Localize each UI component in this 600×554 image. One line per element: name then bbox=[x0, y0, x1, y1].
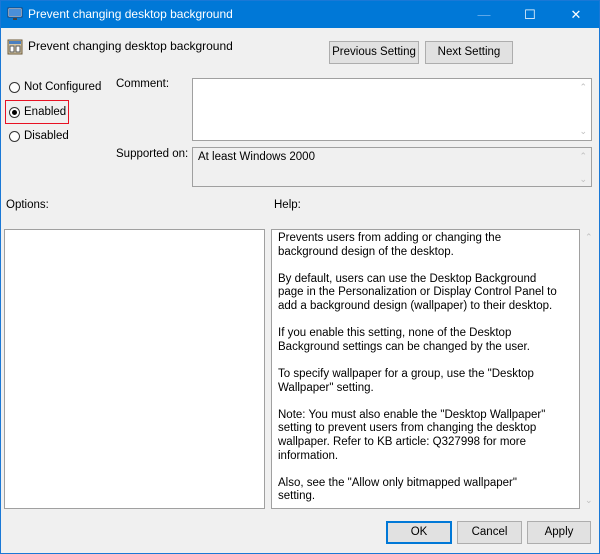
next-setting-button[interactable]: Next Setting bbox=[425, 41, 513, 64]
app-icon bbox=[7, 7, 23, 20]
help-paragraph: Also, see the "Allow only bitmapped wall… bbox=[278, 476, 517, 503]
supported-on-value: At least Windows 2000 bbox=[198, 151, 315, 163]
help-paragraph: To specify wallpaper for a group, use th… bbox=[278, 367, 534, 394]
radio-circle[interactable] bbox=[9, 130, 20, 142]
scroll-down-icon[interactable]: ⌄ bbox=[579, 126, 587, 137]
help-text: Prevents users from adding or changing t… bbox=[278, 232, 557, 517]
close-button[interactable]: ✕ bbox=[553, 1, 599, 28]
ok-button[interactable]: OK bbox=[386, 521, 452, 544]
help-paragraph: By default, users can use the Desktop Ba… bbox=[278, 272, 557, 312]
policy-name: Prevent changing desktop background bbox=[28, 39, 233, 53]
apply-button[interactable]: Apply bbox=[527, 521, 591, 544]
scroll-up-icon[interactable]: ⌃ bbox=[579, 151, 587, 162]
radio-circle-checked[interactable] bbox=[9, 106, 20, 118]
window-title: Prevent changing desktop background bbox=[28, 7, 233, 21]
scroll-down-icon[interactable]: ⌄ bbox=[579, 174, 587, 185]
radio-label: Not Configured bbox=[24, 81, 102, 93]
radio-enabled[interactable]: Enabled bbox=[9, 103, 66, 121]
minimize-icon: — bbox=[477, 7, 491, 22]
radio-not-configured[interactable]: Not Configured bbox=[9, 78, 101, 96]
scroll-up-icon[interactable]: ⌃ bbox=[585, 232, 593, 243]
scroll-down-icon[interactable]: ⌄ bbox=[585, 495, 593, 506]
supported-on-label: Supported on: bbox=[116, 148, 189, 160]
help-scrollbar[interactable]: ⌃ ⌄ bbox=[582, 229, 597, 509]
radio-disabled[interactable]: Disabled bbox=[9, 127, 69, 145]
maximize-icon: ☐ bbox=[524, 7, 536, 22]
help-paragraph: If you enable this setting, none of the … bbox=[278, 327, 530, 353]
comment-textarea[interactable]: ⌃ ⌄ bbox=[192, 78, 592, 141]
help-label: Help: bbox=[274, 199, 301, 211]
close-icon: ✕ bbox=[570, 7, 582, 22]
cancel-button[interactable]: Cancel bbox=[457, 521, 522, 544]
minimize-button[interactable]: — bbox=[461, 1, 507, 28]
policy-dialog: Prevent changing desktop background — ☐ … bbox=[0, 0, 600, 554]
title-bar[interactable]: Prevent changing desktop background — ☐ … bbox=[1, 1, 599, 28]
radio-label: Disabled bbox=[24, 130, 69, 142]
radio-circle[interactable] bbox=[9, 81, 20, 93]
comment-label: Comment: bbox=[116, 78, 170, 90]
help-paragraph: Note: You must also enable the "Desktop … bbox=[278, 408, 546, 462]
help-paragraph: Prevents users from adding or changing t… bbox=[278, 232, 502, 258]
policy-setting-icon bbox=[7, 39, 23, 55]
scroll-up-icon[interactable]: ⌃ bbox=[579, 82, 587, 93]
options-panel bbox=[4, 229, 265, 509]
radio-label: Enabled bbox=[24, 106, 67, 118]
options-label: Options: bbox=[6, 199, 49, 211]
supported-on-field: At least Windows 2000 ⌃ ⌄ bbox=[192, 147, 592, 187]
help-panel[interactable]: Prevents users from adding or changing t… bbox=[271, 229, 580, 509]
previous-setting-button[interactable]: Previous Setting bbox=[329, 41, 419, 64]
maximize-button[interactable]: ☐ bbox=[507, 1, 553, 28]
